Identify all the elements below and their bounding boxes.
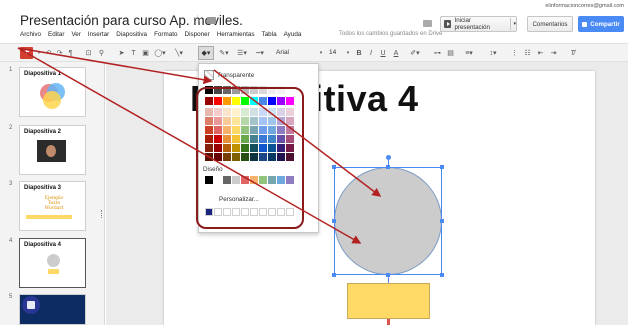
line-icon[interactable]: ╲▾	[172, 49, 186, 58]
bulleted-list-icon[interactable]: ☷	[523, 49, 532, 58]
chevron-down-icon[interactable]: ▾	[513, 21, 516, 27]
zoom-icon[interactable]: ⚲	[97, 49, 106, 58]
menu-bar: Archivo Editar Ver Insertar Diapositiva …	[20, 31, 308, 38]
paint-format-icon[interactable]: ¶	[66, 49, 75, 58]
selection-box	[334, 167, 442, 275]
clear-formatting-icon[interactable]: T̸	[568, 49, 577, 58]
rectangle-shape[interactable]	[347, 283, 430, 319]
chevron-down-icon[interactable]: ▾	[345, 49, 351, 58]
present-label: Iniciar presentación	[454, 17, 490, 31]
user-email[interactable]: elinformacioncorres@gmail.com	[545, 3, 624, 9]
border-color-icon[interactable]: ✎▾	[217, 49, 231, 58]
menu-tabla[interactable]: Tabla	[262, 31, 277, 38]
comment-add-icon[interactable]: ▤	[446, 49, 455, 58]
resize-handle[interactable]	[332, 219, 336, 223]
play-icon	[444, 20, 452, 28]
textbox-icon[interactable]: T	[129, 49, 138, 58]
save-status: Todos los cambios guardados en Drive	[339, 31, 443, 37]
redo-icon[interactable]: ↷	[55, 49, 64, 58]
menu-insertar[interactable]: Insertar	[88, 31, 109, 38]
thumbnail-title: Diapositiva 4	[24, 242, 62, 248]
resize-handle[interactable]	[440, 273, 444, 277]
menu-diapositiva[interactable]: Diapositiva	[116, 31, 147, 38]
select-cursor-icon[interactable]: ➤	[117, 49, 126, 58]
image-icon[interactable]: ▣	[141, 49, 150, 58]
transparent-swatch[interactable]	[204, 70, 214, 80]
shape-icon[interactable]: ◯▾	[153, 49, 167, 58]
connector-line	[387, 319, 390, 325]
slide-thumbnail-2[interactable]: Diapositiva 2	[19, 125, 86, 175]
italic-button[interactable]: I	[367, 49, 375, 58]
numbered-list-icon[interactable]: ⋮	[510, 49, 519, 58]
share-button[interactable]: Compartir	[578, 16, 624, 32]
slide-number: 4	[9, 238, 13, 244]
resize-handle[interactable]	[332, 273, 336, 277]
transparent-option[interactable]: Transparente	[217, 72, 254, 79]
decrease-indent-icon[interactable]: ⇤	[536, 49, 545, 58]
slide-number: 2	[9, 125, 13, 131]
slide-number: 3	[9, 181, 13, 187]
font-selector[interactable]: Arial	[276, 49, 289, 56]
wordart-text: Ejemplo Texto Wordart	[44, 196, 64, 211]
zoom-fit-icon[interactable]: ⊡	[84, 49, 93, 58]
present-button[interactable]: Iniciar presentación ▾	[440, 16, 517, 32]
border-dash-icon[interactable]: ┅▾	[253, 49, 267, 58]
folder-icon[interactable]	[207, 17, 216, 24]
border-weight-icon[interactable]: ☰▾	[235, 49, 249, 58]
highlight-icon[interactable]: ✐▾	[408, 49, 422, 58]
align-icon[interactable]: ≡▾	[462, 49, 476, 58]
slide-thumbnail-3[interactable]: Diapositiva 3 Ejemplo Texto Wordart	[19, 181, 86, 231]
annotation-outline	[196, 87, 304, 229]
bar-shape	[26, 215, 72, 219]
resize-handle[interactable]	[440, 219, 444, 223]
comments-button[interactable]: Comentarios	[527, 16, 573, 32]
lock-icon	[582, 21, 588, 27]
bold-button[interactable]: B	[355, 49, 363, 58]
panel-splitter[interactable]	[101, 210, 103, 218]
slide-number: 1	[9, 67, 13, 73]
menu-ver[interactable]: Ver	[71, 31, 80, 38]
slide-thumbnail-4[interactable]: Diapositiva 4	[19, 238, 86, 288]
slide-number: 5	[9, 294, 13, 300]
menu-formato[interactable]: Formato	[154, 31, 177, 38]
menu-ayuda[interactable]: Ayuda	[284, 31, 302, 38]
star-icon[interactable]: ☆	[193, 14, 202, 25]
chevron-down-icon[interactable]: ▾	[318, 49, 324, 58]
venn-diagram-icon	[40, 83, 65, 109]
apps-grid-icon[interactable]	[22, 296, 40, 314]
chevron-down-icon[interactable]: ▾	[36, 49, 42, 58]
toolbar: + ▾ ↶ ↷ ¶ ⊡ ⚲ ➤ T ▣ ◯▾ ╲▾ ◆▾ ✎▾ ☰▾ ┅▾ Ar…	[0, 43, 628, 62]
photo-thumbnail	[37, 140, 66, 162]
comment-icon[interactable]	[423, 20, 432, 27]
menu-archivo[interactable]: Archivo	[20, 31, 41, 38]
slide-thumbnail-1[interactable]: Diapositiva 1	[19, 67, 86, 117]
resize-handle[interactable]	[332, 165, 336, 169]
menu-editar[interactable]: Editar	[48, 31, 64, 38]
font-size-selector[interactable]: 14	[329, 49, 336, 56]
connector-line	[388, 275, 389, 283]
undo-icon[interactable]: ↶	[44, 49, 53, 58]
thumbnail-title: Diapositiva 3	[24, 185, 62, 191]
share-label: Compartir	[590, 20, 620, 28]
resize-handle[interactable]	[440, 165, 444, 169]
add-slide-button[interactable]: +	[20, 47, 33, 59]
rotate-handle-line	[388, 160, 389, 167]
menu-disponer[interactable]: Disponer	[185, 31, 210, 38]
increase-indent-icon[interactable]: ⇥	[549, 49, 558, 58]
present-dropdown-divider	[509, 18, 511, 30]
link-icon[interactable]: ⊶	[433, 49, 442, 58]
line-spacing-icon[interactable]: ↕▾	[486, 49, 500, 58]
fill-color-icon: ◆▾	[201, 50, 211, 57]
thumbnail-title: Diapositiva 2	[24, 129, 62, 135]
rect-shape	[48, 269, 59, 274]
underline-button[interactable]: U	[379, 49, 387, 58]
menu-herramientas[interactable]: Herramientas	[217, 31, 255, 38]
circle-shape	[47, 254, 60, 267]
text-color-button[interactable]: A	[392, 49, 400, 58]
